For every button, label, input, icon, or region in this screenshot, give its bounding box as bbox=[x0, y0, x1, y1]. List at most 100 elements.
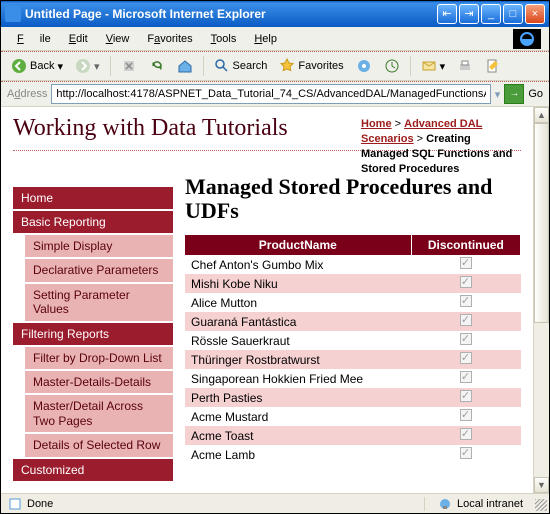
search-button[interactable]: Search bbox=[210, 56, 272, 76]
checkbox-icon bbox=[460, 257, 472, 269]
cell-discontinued bbox=[411, 407, 520, 426]
breadcrumb: Home > Advanced DAL Scenarios > Creating… bbox=[361, 117, 521, 176]
checkbox-icon bbox=[460, 447, 472, 459]
cell-discontinued bbox=[411, 274, 520, 293]
table-row: Guaraná Fantástica bbox=[185, 312, 521, 331]
nav-customized[interactable]: Customized bbox=[13, 459, 173, 481]
zone-text: Local intranet bbox=[457, 498, 523, 510]
col-productname[interactable]: ProductName bbox=[185, 235, 411, 255]
table-row: Acme Toast bbox=[185, 426, 521, 445]
titlebar: Untitled Page - Microsoft Internet Explo… bbox=[1, 1, 549, 27]
chevron-down-icon: ▾ bbox=[94, 60, 100, 73]
address-dropdown-icon[interactable]: ▾ bbox=[495, 88, 501, 101]
cell-productname: Rössle Sauerkraut bbox=[185, 331, 411, 350]
table-row: Singaporean Hokkien Fried Mee bbox=[185, 369, 521, 388]
menu-tools[interactable]: Tools bbox=[203, 31, 245, 47]
cell-productname: Chef Anton's Gumbo Mix bbox=[185, 255, 411, 274]
checkbox-icon bbox=[460, 314, 472, 326]
back-button[interactable]: Back ▾ bbox=[7, 56, 67, 76]
ie-page-icon bbox=[5, 6, 21, 22]
cell-discontinued bbox=[411, 255, 520, 274]
refresh-icon bbox=[149, 58, 165, 74]
favorites-button[interactable]: Favorites bbox=[275, 56, 347, 76]
breadcrumb-home[interactable]: Home bbox=[361, 118, 392, 130]
table-row: Perth Pasties bbox=[185, 388, 521, 407]
search-icon bbox=[214, 58, 230, 74]
cell-discontinued bbox=[411, 445, 520, 464]
print-button[interactable] bbox=[453, 56, 477, 76]
cell-productname: Perth Pasties bbox=[185, 388, 411, 407]
cell-discontinued bbox=[411, 369, 520, 388]
nav-master-detail-two-pages[interactable]: Master/Detail Across Two Pages bbox=[25, 395, 173, 432]
refresh-button[interactable] bbox=[145, 56, 169, 76]
addressbar: Address ▾ → Go bbox=[1, 81, 549, 107]
star-icon bbox=[279, 58, 295, 74]
forward-button[interactable]: ▾ bbox=[71, 56, 104, 76]
edit-icon bbox=[485, 58, 501, 74]
media-icon bbox=[356, 58, 372, 74]
menu-help[interactable]: Help bbox=[246, 31, 285, 47]
cell-productname: Alice Mutton bbox=[185, 293, 411, 312]
scroll-up-icon[interactable]: ▲ bbox=[534, 107, 549, 123]
cell-productname: Guaraná Fantástica bbox=[185, 312, 411, 331]
favorites-label: Favorites bbox=[298, 60, 343, 72]
mail-icon bbox=[421, 58, 437, 74]
statusbar: Done Local intranet bbox=[1, 493, 549, 513]
nav-declarative-parameters[interactable]: Declarative Parameters bbox=[25, 259, 173, 281]
cell-productname: Acme Mustard bbox=[185, 407, 411, 426]
maximize-button[interactable]: □ bbox=[503, 4, 523, 24]
checkbox-icon bbox=[460, 390, 472, 402]
edit-button[interactable] bbox=[481, 56, 505, 76]
nav-simple-display[interactable]: Simple Display bbox=[25, 235, 173, 257]
home-icon bbox=[177, 58, 193, 74]
forward-icon bbox=[75, 58, 91, 74]
address-input[interactable] bbox=[51, 84, 490, 104]
nav-home[interactable]: Home bbox=[13, 187, 173, 209]
nav-basic-reporting[interactable]: Basic Reporting bbox=[13, 211, 173, 233]
close-button[interactable]: × bbox=[525, 4, 545, 24]
minimize-button[interactable]: _ bbox=[481, 4, 501, 24]
table-row: Mishi Kobe Niku bbox=[185, 274, 521, 293]
checkbox-icon bbox=[460, 352, 472, 364]
scroll-thumb[interactable] bbox=[534, 123, 549, 323]
stop-icon bbox=[121, 58, 137, 74]
zone-icon bbox=[437, 496, 453, 512]
col-discontinued[interactable]: Discontinued bbox=[411, 235, 520, 255]
sidebar: Home Basic Reporting Simple Display Decl… bbox=[13, 151, 173, 483]
go-button[interactable]: → bbox=[504, 84, 524, 104]
nav-filtering-reports[interactable]: Filtering Reports bbox=[13, 323, 173, 345]
table-row: Acme Lamb bbox=[185, 445, 521, 464]
nav-fwd-title-button[interactable]: ⇥ bbox=[459, 4, 479, 24]
menu-edit[interactable]: Edit bbox=[61, 31, 96, 47]
resize-grip[interactable] bbox=[535, 499, 547, 511]
cell-productname: Acme Toast bbox=[185, 426, 411, 445]
menu-favorites[interactable]: Favorites bbox=[139, 31, 200, 47]
stop-button[interactable] bbox=[117, 56, 141, 76]
main: Managed Stored Procedures and UDFs Produ… bbox=[173, 151, 521, 483]
search-label: Search bbox=[233, 60, 268, 72]
cell-productname: Acme Lamb bbox=[185, 445, 411, 464]
nav-filter-dropdown[interactable]: Filter by Drop-Down List bbox=[25, 347, 173, 369]
vertical-scrollbar[interactable]: ▲ ▼ bbox=[533, 107, 549, 493]
cell-discontinued bbox=[411, 388, 520, 407]
content-area: Working with Data Tutorials Home > Advan… bbox=[1, 107, 533, 493]
table-row: Alice Mutton bbox=[185, 293, 521, 312]
mail-button[interactable]: ▾ bbox=[417, 56, 450, 76]
scroll-down-icon[interactable]: ▼ bbox=[534, 477, 549, 493]
go-label: Go bbox=[528, 88, 543, 100]
history-button[interactable] bbox=[380, 56, 404, 76]
home-button[interactable] bbox=[173, 56, 197, 76]
window-title: Untitled Page - Microsoft Internet Explo… bbox=[25, 7, 437, 21]
nav-master-details-details[interactable]: Master-Details-Details bbox=[25, 371, 173, 393]
cell-productname: Singaporean Hokkien Fried Mee bbox=[185, 369, 411, 388]
media-button[interactable] bbox=[352, 56, 376, 76]
nav-back-title-button[interactable]: ⇤ bbox=[437, 4, 457, 24]
menu-view[interactable]: View bbox=[98, 31, 138, 47]
nav-setting-parameter-values[interactable]: Setting Parameter Values bbox=[25, 284, 173, 321]
menu-file[interactable]: File bbox=[9, 31, 59, 47]
cell-productname: Thüringer Rostbratwurst bbox=[185, 350, 411, 369]
nav-details-selected-row[interactable]: Details of Selected Row bbox=[25, 434, 173, 456]
cell-discontinued bbox=[411, 350, 520, 369]
table-row: Chef Anton's Gumbo Mix bbox=[185, 255, 521, 274]
checkbox-icon bbox=[460, 333, 472, 345]
